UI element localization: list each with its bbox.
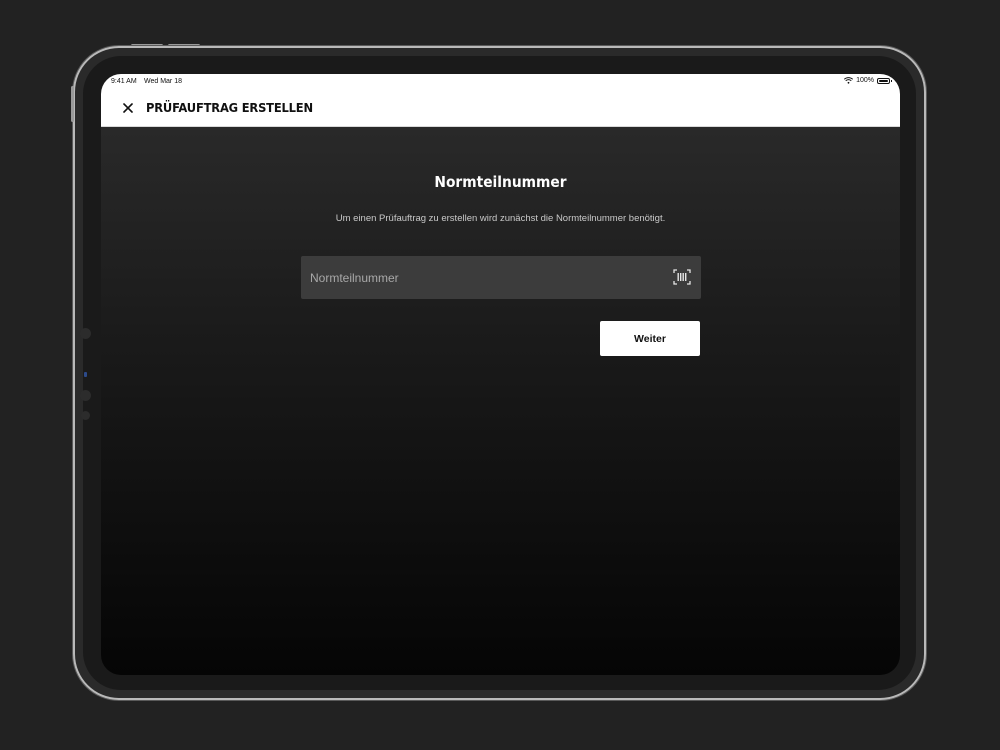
wifi-icon: [844, 77, 854, 84]
part-number-field: [301, 256, 701, 299]
magnet-dot: [81, 411, 90, 420]
status-indicators: 100%: [844, 77, 892, 84]
desktop-background: 9:41 AM Wed Mar 18 100% PRÜFAUFTRAG ERST…: [0, 0, 1000, 750]
next-button[interactable]: Weiter: [600, 321, 700, 356]
status-time: 9:41 AM: [111, 78, 137, 85]
close-button[interactable]: [119, 99, 137, 117]
section-description: Um einen Prüfauftrag zu erstellen wird z…: [335, 213, 666, 224]
status-date: Wed Mar 18: [144, 78, 182, 85]
magnet-dot: [80, 390, 91, 401]
pencil-marker: [84, 372, 87, 377]
battery-percent: 100%: [856, 77, 874, 84]
app-screen: 9:41 AM Wed Mar 18 100% PRÜFAUFTRAG ERST…: [101, 74, 900, 675]
section-heading: Normteilnummer: [434, 173, 567, 191]
battery-icon: [877, 77, 892, 84]
close-icon: [123, 103, 133, 113]
page-title: PRÜFAUFTRAG ERSTELLEN: [146, 100, 313, 115]
magnet-dot: [80, 328, 91, 339]
status-bar: 9:41 AM Wed Mar 18 100%: [101, 74, 900, 90]
power-button: [71, 86, 74, 122]
barcode-scan-icon: [673, 269, 691, 285]
barcode-scan-button[interactable]: [673, 269, 691, 285]
part-number-input[interactable]: [301, 256, 661, 299]
header-bar: PRÜFAUFTRAG ERSTELLEN: [101, 90, 900, 127]
